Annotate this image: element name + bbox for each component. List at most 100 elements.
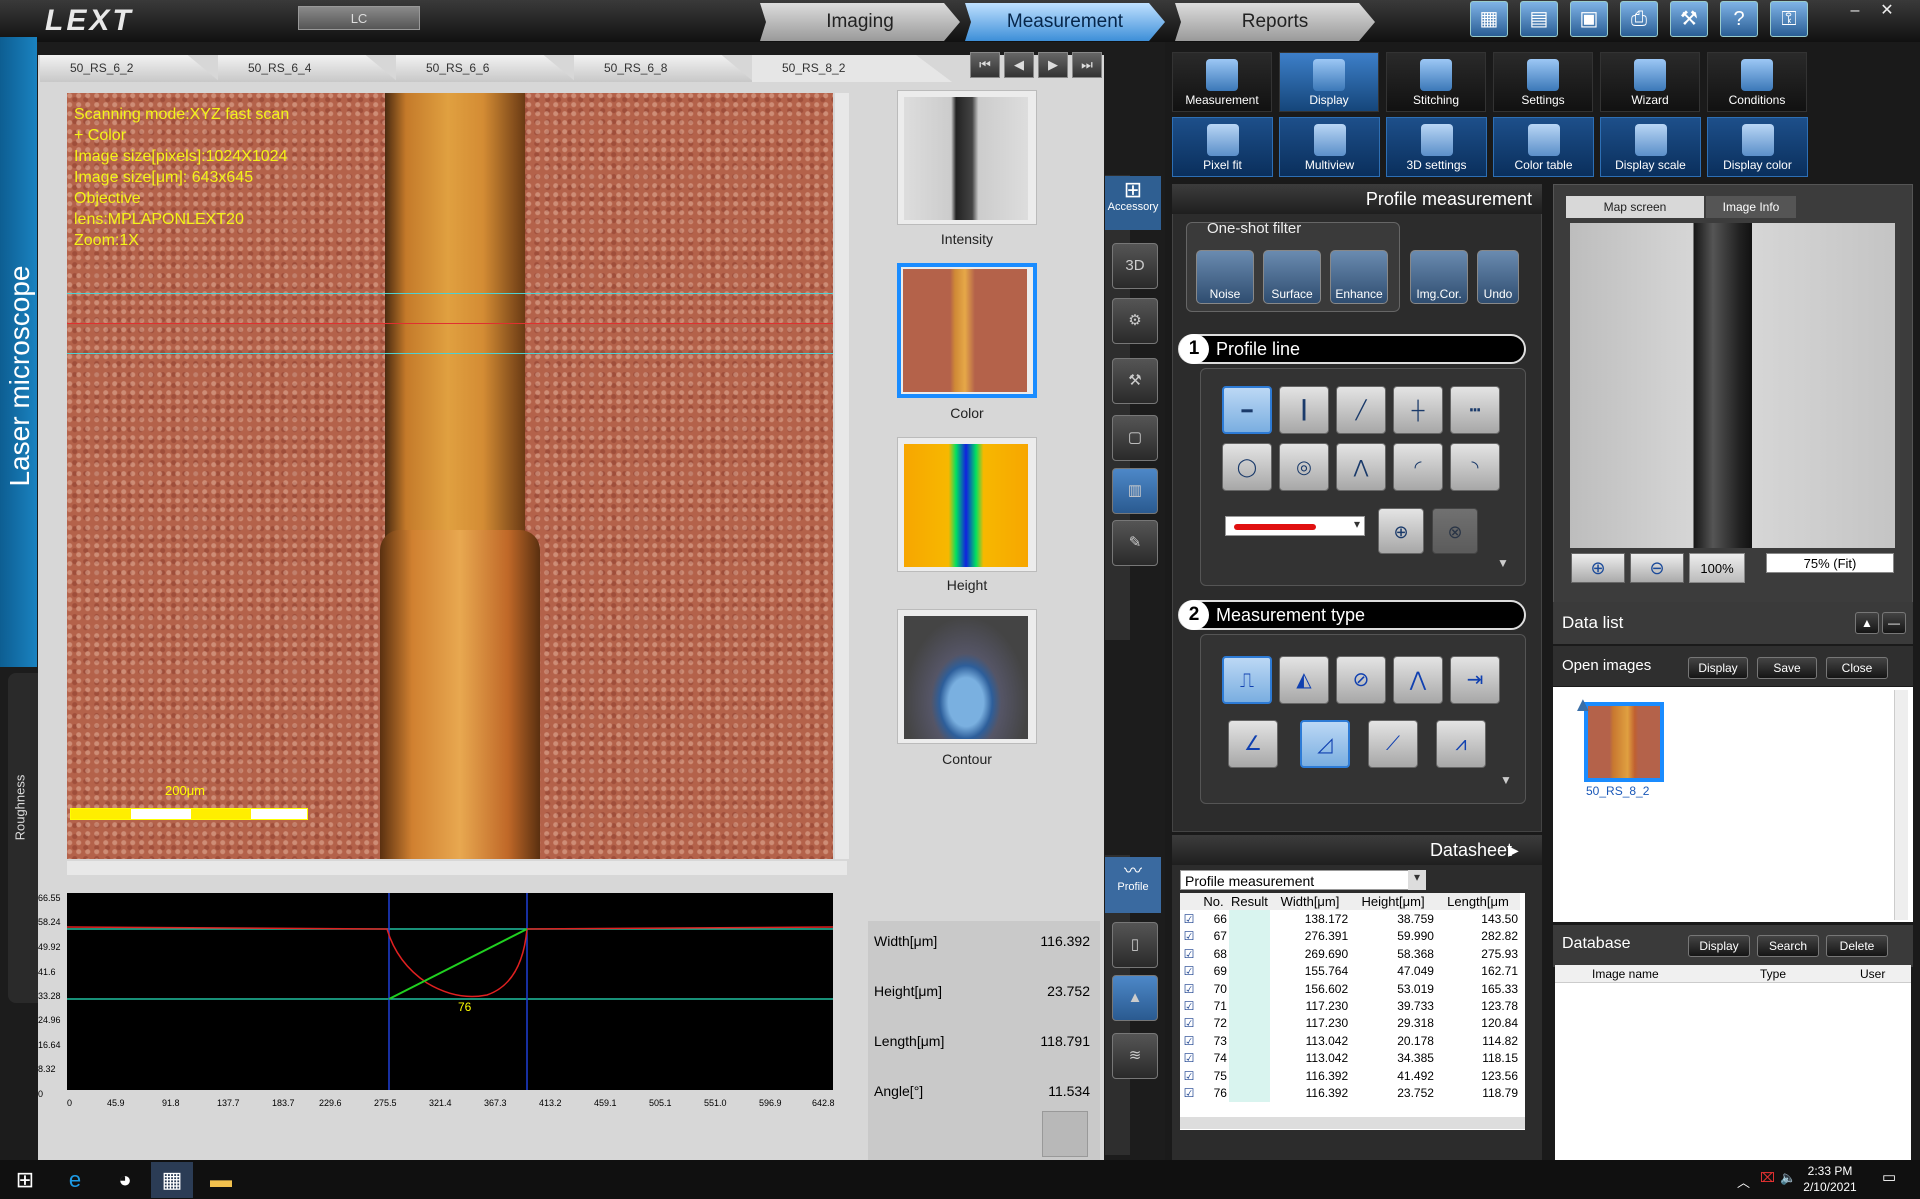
height-peak-tool[interactable]: ⩘ bbox=[1436, 720, 1486, 768]
save-dropdown[interactable]: Save bbox=[1757, 657, 1817, 679]
nav-imaging[interactable]: Imaging bbox=[760, 3, 960, 41]
datasheet-hscroll[interactable] bbox=[1180, 1117, 1525, 1129]
print-icon[interactable]: ⎙ bbox=[1620, 1, 1658, 37]
nav-reports[interactable]: Reports bbox=[1175, 3, 1375, 41]
open-folder-icon[interactable]: ▤ bbox=[1520, 1, 1558, 37]
last-page-icon[interactable]: ⏭ bbox=[1072, 52, 1102, 78]
table-row[interactable]: ☑ 74 113.042 34.385 118.15 bbox=[1180, 1049, 1520, 1067]
remove-line-button[interactable]: ⊗ bbox=[1432, 508, 1478, 554]
expand-icon[interactable] bbox=[1042, 1111, 1088, 1157]
table-row[interactable]: ☑ 72 117.230 29.318 120.84 bbox=[1180, 1014, 1520, 1033]
profile-guide-top[interactable] bbox=[67, 293, 833, 294]
frame-icon[interactable]: ▢ bbox=[1112, 415, 1158, 461]
clock[interactable]: 2:33 PM 2/10/2021 bbox=[1795, 1163, 1865, 1195]
prev-page-icon[interactable]: ◀ bbox=[1004, 52, 1034, 78]
add-line-button[interactable]: ⊕ bbox=[1378, 508, 1424, 554]
table-row[interactable]: ☑ 73 113.042 20.178 114.82 bbox=[1180, 1032, 1520, 1050]
display-scale-button[interactable]: Display scale bbox=[1600, 117, 1701, 177]
expand-tools-icon[interactable]: ▼ bbox=[1497, 556, 1509, 570]
undo-button[interactable]: Undo bbox=[1477, 250, 1519, 304]
zoom-out-icon[interactable]: ⊖ bbox=[1630, 553, 1684, 583]
expand-types-icon[interactable]: ▼ bbox=[1500, 773, 1512, 787]
tray-chevron-icon[interactable]: ︿ bbox=[1737, 1172, 1750, 1191]
line-roughness-icon[interactable]: ≋ bbox=[1112, 1033, 1158, 1079]
noise-filter-button[interactable]: Noise bbox=[1196, 250, 1254, 304]
paint-icon[interactable]: ◕ bbox=[104, 1162, 146, 1198]
collapse-up-icon[interactable]: ▲ bbox=[1855, 612, 1879, 634]
row-checkbox[interactable]: ☑ bbox=[1180, 997, 1198, 1014]
enhance-filter-button[interactable]: Enhance bbox=[1330, 250, 1388, 304]
row-checkbox[interactable]: ☑ bbox=[1180, 928, 1198, 945]
accessory-button[interactable]: ⊞ Accessory bbox=[1105, 176, 1161, 230]
table-row[interactable]: ☑ 66 138.172 38.759 143.50 bbox=[1180, 910, 1520, 928]
open-image-thumb[interactable] bbox=[1584, 702, 1664, 782]
diagonal-line-tool[interactable]: ╱ bbox=[1336, 386, 1386, 434]
open-image-label[interactable]: 50_RS_8_2 bbox=[1586, 784, 1649, 798]
help-icon[interactable]: ? bbox=[1720, 1, 1758, 37]
start-icon[interactable]: ⊞ bbox=[4, 1162, 46, 1198]
angle-tool[interactable]: ∠ bbox=[1228, 720, 1278, 768]
color-table-button[interactable]: Color table bbox=[1493, 117, 1594, 177]
y-line-tool[interactable]: ┃ bbox=[1279, 386, 1329, 434]
image-hscroll[interactable] bbox=[67, 861, 847, 875]
area-profile-tool[interactable]: ◭ bbox=[1279, 656, 1329, 704]
step-height-tool[interactable]: ⎍ bbox=[1222, 656, 1272, 704]
row-checkbox[interactable]: ☑ bbox=[1180, 1032, 1198, 1049]
table-row[interactable]: ☑ 67 276.391 59.990 282.82 bbox=[1180, 927, 1520, 946]
db-delete-button[interactable]: Delete bbox=[1826, 935, 1888, 957]
table-row[interactable]: ☑ 76 116.392 23.752 118.79 bbox=[1180, 1084, 1520, 1102]
view-2d3d-icon[interactable]: 3D bbox=[1112, 243, 1158, 289]
profile-button[interactable]: 〰 Profile bbox=[1105, 857, 1161, 913]
ribbon-conditions[interactable]: Conditions bbox=[1707, 52, 1807, 112]
multiview-button[interactable]: Multiview bbox=[1279, 117, 1380, 177]
display-dropdown[interactable]: Display bbox=[1688, 657, 1748, 679]
datasheet-expand-icon[interactable]: ▶ bbox=[1508, 842, 1519, 859]
surface-filter-button[interactable]: Surface bbox=[1263, 250, 1321, 304]
line-distance-tool[interactable]: ⟋ bbox=[1368, 720, 1418, 768]
zoom-level[interactable]: 100% bbox=[1689, 553, 1745, 583]
profile-line[interactable] bbox=[67, 323, 833, 324]
tab-map-screen[interactable]: Map screen bbox=[1566, 196, 1704, 218]
profile-graph[interactable] bbox=[67, 893, 833, 1090]
table-row[interactable]: ☑ 75 116.392 41.492 123.56 bbox=[1180, 1066, 1520, 1085]
area-icon[interactable]: ▯ bbox=[1112, 922, 1158, 968]
zoom-in-icon[interactable]: ⊕ bbox=[1571, 553, 1625, 583]
peak-tool[interactable]: ⋀ bbox=[1393, 656, 1443, 704]
table-row[interactable]: ☑ 71 117.230 39.733 123.78 bbox=[1180, 997, 1520, 1015]
db-display-dropdown[interactable]: Display bbox=[1688, 935, 1750, 957]
lext-app-icon[interactable]: ▦ bbox=[151, 1162, 193, 1198]
file-explorer-icon[interactable]: ▬ bbox=[200, 1162, 242, 1198]
row-checkbox[interactable]: ☑ bbox=[1180, 963, 1198, 980]
lc-indicator[interactable]: LC bbox=[298, 6, 420, 30]
db-search-button[interactable]: Search bbox=[1757, 935, 1819, 957]
ribbon-display[interactable]: Display bbox=[1279, 52, 1379, 112]
ribbon-wizard[interactable]: Wizard bbox=[1600, 52, 1700, 112]
parallel-line-tool[interactable]: ┅ bbox=[1450, 386, 1500, 434]
circle-center-tool[interactable]: ◎ bbox=[1279, 443, 1329, 491]
width-tool[interactable]: ⇥ bbox=[1450, 656, 1500, 704]
row-checkbox[interactable]: ☑ bbox=[1180, 910, 1198, 927]
table-row[interactable]: ☑ 69 155.764 47.049 162.71 bbox=[1180, 962, 1520, 980]
image-vscroll[interactable] bbox=[835, 93, 849, 859]
minimize-panel-icon[interactable]: — bbox=[1882, 612, 1906, 634]
network-icon[interactable]: ⌧ bbox=[1760, 1170, 1775, 1186]
notifications-icon[interactable]: ▭ bbox=[1882, 1168, 1896, 1186]
map-image[interactable] bbox=[1570, 223, 1895, 548]
table-row[interactable]: ☑ 70 156.602 53.019 165.33 bbox=[1180, 979, 1520, 998]
table-row[interactable]: ☑ 68 269.690 58.368 275.93 bbox=[1180, 945, 1520, 963]
line-color-select[interactable]: ▾ bbox=[1225, 516, 1365, 536]
polyline-tool[interactable]: ⋀ bbox=[1336, 443, 1386, 491]
db-col-name[interactable]: Image name bbox=[1592, 967, 1659, 981]
ribbon-settings[interactable]: Settings bbox=[1493, 52, 1593, 112]
report-icon[interactable]: ✎ bbox=[1112, 520, 1158, 566]
datasheet-select-arrow-icon[interactable]: ▾ bbox=[1408, 870, 1426, 890]
row-checkbox[interactable]: ☑ bbox=[1180, 945, 1198, 962]
radius-tool[interactable]: ⊘ bbox=[1336, 656, 1386, 704]
thumb-color[interactable] bbox=[897, 263, 1037, 398]
arc-tool[interactable]: ◜ bbox=[1393, 443, 1443, 491]
first-page-icon[interactable]: ⏮ bbox=[970, 52, 1000, 78]
ie-icon[interactable]: e bbox=[54, 1162, 96, 1198]
row-checkbox[interactable]: ☑ bbox=[1180, 1050, 1198, 1067]
db-col-type[interactable]: Type bbox=[1760, 967, 1786, 981]
open-images-scroll[interactable] bbox=[1894, 690, 1908, 920]
